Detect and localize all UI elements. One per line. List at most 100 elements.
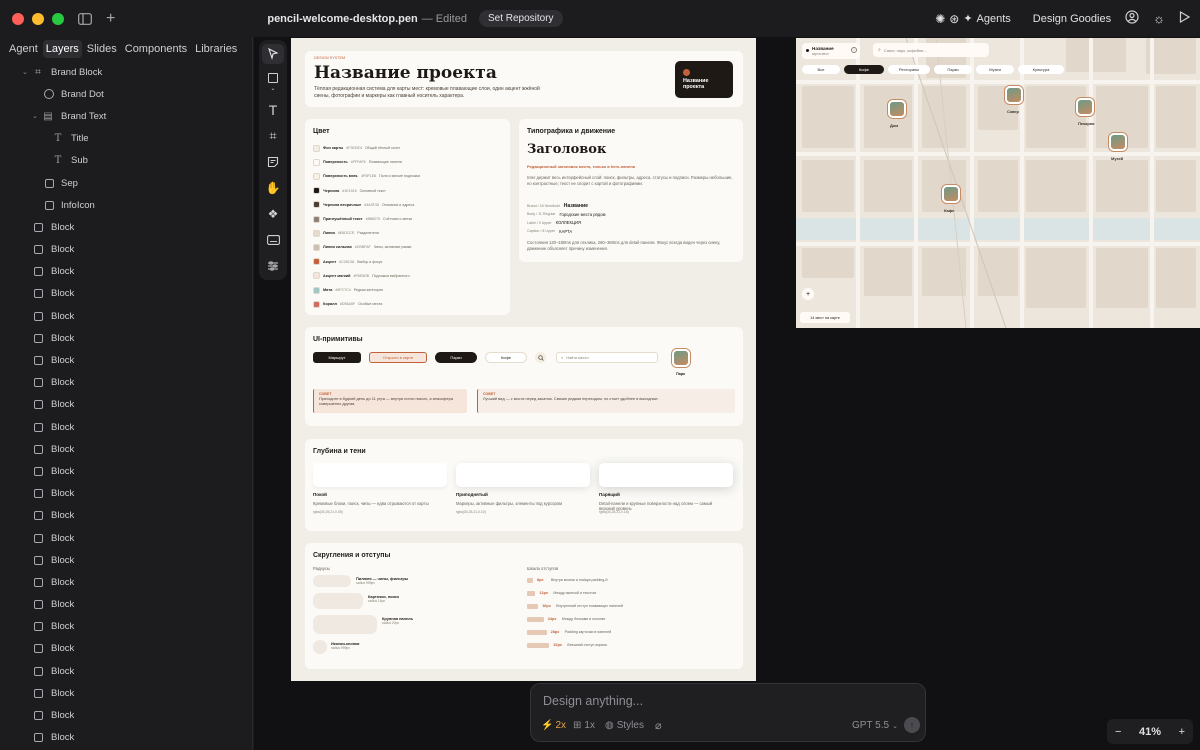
account-icon[interactable] bbox=[1125, 10, 1139, 27]
map-pin-sample[interactable] bbox=[672, 349, 690, 367]
map-pin[interactable] bbox=[942, 185, 960, 203]
minimize-window-button[interactable] bbox=[32, 12, 44, 25]
chevron-down-icon[interactable]: ⌄ bbox=[32, 112, 38, 120]
grid-selector[interactable]: ⊞ 1x bbox=[573, 720, 595, 731]
zoom-window-button[interactable] bbox=[52, 12, 64, 25]
note-tool-icon[interactable] bbox=[262, 152, 284, 172]
rectangle-icon bbox=[33, 577, 43, 587]
layer-row[interactable]: ⌄ ▤ Brand Text bbox=[0, 105, 252, 127]
layer-row[interactable]: T Title bbox=[0, 128, 252, 150]
model-selector[interactable]: GPT 5.5 ⌄ bbox=[852, 720, 898, 731]
layer-row[interactable]: Block bbox=[0, 283, 252, 305]
parks-chip[interactable]: Парки bbox=[435, 352, 477, 363]
tab-layers[interactable]: Layers bbox=[42, 40, 82, 58]
coffee-chip[interactable]: Кофе bbox=[485, 352, 527, 363]
tab-libraries[interactable]: Libraries bbox=[192, 40, 240, 58]
rectangle-tool-icon[interactable]: ⌄ bbox=[262, 70, 284, 94]
hand-tool-icon[interactable]: ✋ bbox=[262, 178, 284, 198]
close-window-button[interactable] bbox=[12, 12, 24, 25]
filter-chip[interactable]: Культура bbox=[1018, 65, 1064, 74]
layer-row[interactable]: Block bbox=[0, 660, 252, 682]
layer-row[interactable]: Block bbox=[0, 327, 252, 349]
prompt-input[interactable]: Design anything... bbox=[543, 694, 643, 708]
filter-chip[interactable]: Все bbox=[802, 65, 840, 74]
grid-value: 1x bbox=[584, 720, 595, 731]
design-system-artboard[interactable]: DESIGN SYSTEM Название проекта Тёплая ре… bbox=[291, 38, 756, 681]
layer-row[interactable]: Block bbox=[0, 594, 252, 616]
layer-row[interactable]: Block bbox=[0, 549, 252, 571]
info-icon[interactable]: i bbox=[851, 47, 857, 53]
place-count: 14 мест на карте bbox=[810, 315, 840, 320]
layer-row[interactable]: Block bbox=[0, 261, 252, 283]
map-brand-chip[interactable]: Название карта мест i bbox=[802, 43, 860, 59]
frame-icon: ⌗ bbox=[35, 66, 41, 78]
speed-selector[interactable]: ⚡ 2x bbox=[541, 720, 566, 731]
adjustments-icon[interactable] bbox=[262, 256, 284, 276]
layer-row[interactable]: Block bbox=[0, 727, 252, 749]
map-pin-label: Дом bbox=[890, 123, 899, 128]
filter-chip[interactable]: Рестораны bbox=[888, 65, 930, 74]
open-map-button[interactable]: Открыть в карте bbox=[369, 352, 427, 363]
layer-row[interactable]: Block bbox=[0, 616, 252, 638]
search-icon-button[interactable] bbox=[535, 352, 546, 363]
search-field-sample[interactable]: ⌕ Найти место bbox=[556, 352, 658, 363]
map-artboard[interactable]: Название карта мест i ⌕ Санкт, парк, коф… bbox=[796, 38, 1200, 328]
layer-row[interactable]: Block bbox=[0, 305, 252, 327]
filter-chip[interactable]: Парки bbox=[934, 65, 972, 74]
play-icon[interactable] bbox=[1179, 10, 1191, 26]
tab-components[interactable]: Components bbox=[122, 40, 190, 58]
theme-toggle-icon[interactable]: ☼ bbox=[1153, 11, 1165, 26]
send-button[interactable]: ↑ bbox=[904, 717, 920, 733]
filter-chip[interactable]: Кофе bbox=[844, 65, 884, 74]
layer-row[interactable]: Block bbox=[0, 416, 252, 438]
frame-tool-icon[interactable]: ⌗ bbox=[262, 126, 284, 146]
move-tool-icon[interactable] bbox=[262, 44, 284, 64]
layer-row[interactable]: ⌄ ⌗ Brand Block bbox=[0, 61, 252, 83]
layer-row[interactable]: T Sub bbox=[0, 150, 252, 172]
layer-row[interactable]: Block bbox=[0, 483, 252, 505]
layer-row[interactable]: Sep bbox=[0, 172, 252, 194]
zoom-out-button[interactable]: − bbox=[1115, 726, 1121, 738]
zoom-in-map-button[interactable]: + bbox=[802, 288, 814, 300]
map-pin[interactable] bbox=[1005, 86, 1023, 104]
map-pin[interactable] bbox=[1109, 133, 1127, 151]
layer-row[interactable]: Block bbox=[0, 394, 252, 416]
chevron-down-icon[interactable]: ⌄ bbox=[270, 85, 275, 92]
chevron-down-icon[interactable]: ⌄ bbox=[22, 68, 28, 76]
layer-row[interactable]: Block bbox=[0, 216, 252, 238]
text-tool-icon[interactable]: T bbox=[262, 100, 284, 120]
styles-button[interactable]: ◍ Styles bbox=[605, 720, 644, 731]
layer-row[interactable]: Block bbox=[0, 571, 252, 593]
layer-row[interactable]: Block bbox=[0, 704, 252, 726]
design-goodies-button[interactable]: Design Goodies bbox=[1033, 13, 1111, 25]
layer-row[interactable]: InfoIcon bbox=[0, 194, 252, 216]
set-repository-button[interactable]: Set Repository bbox=[478, 10, 563, 27]
route-button[interactable]: Маршрут bbox=[313, 352, 361, 363]
layer-row[interactable]: Block bbox=[0, 527, 252, 549]
layer-row[interactable]: Block bbox=[0, 682, 252, 704]
component-tool-icon[interactable]: ❖ bbox=[262, 204, 284, 224]
map-pin[interactable] bbox=[888, 100, 906, 118]
map-pin[interactable] bbox=[1076, 98, 1094, 116]
layer-row[interactable]: Block bbox=[0, 372, 252, 394]
layer-row[interactable]: Block bbox=[0, 505, 252, 527]
zoom-level[interactable]: 41% bbox=[1139, 726, 1161, 738]
zoom-in-button[interactable]: + bbox=[1179, 726, 1185, 738]
layer-row[interactable]: Block bbox=[0, 638, 252, 660]
layer-row[interactable]: Brand Dot bbox=[0, 83, 252, 105]
sidebar-toggle-icon[interactable] bbox=[78, 12, 92, 25]
color-swatch bbox=[313, 172, 320, 180]
layer-row[interactable]: Block bbox=[0, 239, 252, 261]
filter-chip[interactable]: Музеи bbox=[976, 65, 1014, 74]
layer-row[interactable]: Block bbox=[0, 438, 252, 460]
new-tab-icon[interactable]: + bbox=[106, 10, 115, 28]
tab-agent[interactable]: Agent bbox=[6, 40, 41, 58]
keyboard-icon[interactable] bbox=[262, 230, 284, 250]
agents-button[interactable]: ✺ ⊛ ✦ Agents bbox=[935, 12, 1011, 26]
layer-name: Block bbox=[51, 554, 75, 566]
tab-slides[interactable]: Slides bbox=[84, 40, 120, 58]
attach-icon[interactable]: ⌀ bbox=[655, 719, 662, 732]
layer-row[interactable]: Block bbox=[0, 460, 252, 482]
map-search-field[interactable]: ⌕ Санкт, парк, кофейня… bbox=[873, 43, 989, 57]
layer-row[interactable]: Block bbox=[0, 349, 252, 371]
